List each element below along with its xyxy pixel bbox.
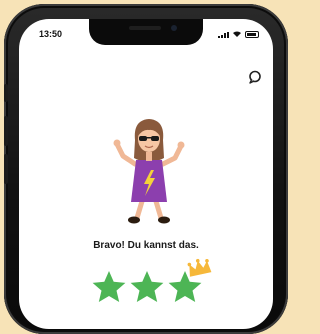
chat-bubble-icon [249,70,261,84]
crown-icon [187,258,212,277]
star-icon [130,271,164,302]
phone-frame: 13:50 Bravo! Du kannst das. [4,4,288,334]
status-time: 13:50 [39,29,63,39]
silent-switch [4,84,8,102]
front-camera [171,25,177,31]
star-with-crown-icon [168,258,212,302]
signal-icon [218,32,229,38]
volume-up-button [4,116,8,146]
wifi-icon [233,31,241,37]
star-icon [92,271,126,302]
battery-icon [245,31,259,38]
celebrating-girl-illustration [113,119,185,224]
speaker [129,26,161,30]
success-message: Bravo! Du kannst das. [93,240,199,251]
status-icons [218,30,259,38]
volume-down-button [4,154,8,184]
star-rating [91,258,212,305]
app-screen: 13:50 Bravo! Du kannst das. [19,19,273,329]
notch [89,19,203,45]
chat-button[interactable] [247,69,263,85]
